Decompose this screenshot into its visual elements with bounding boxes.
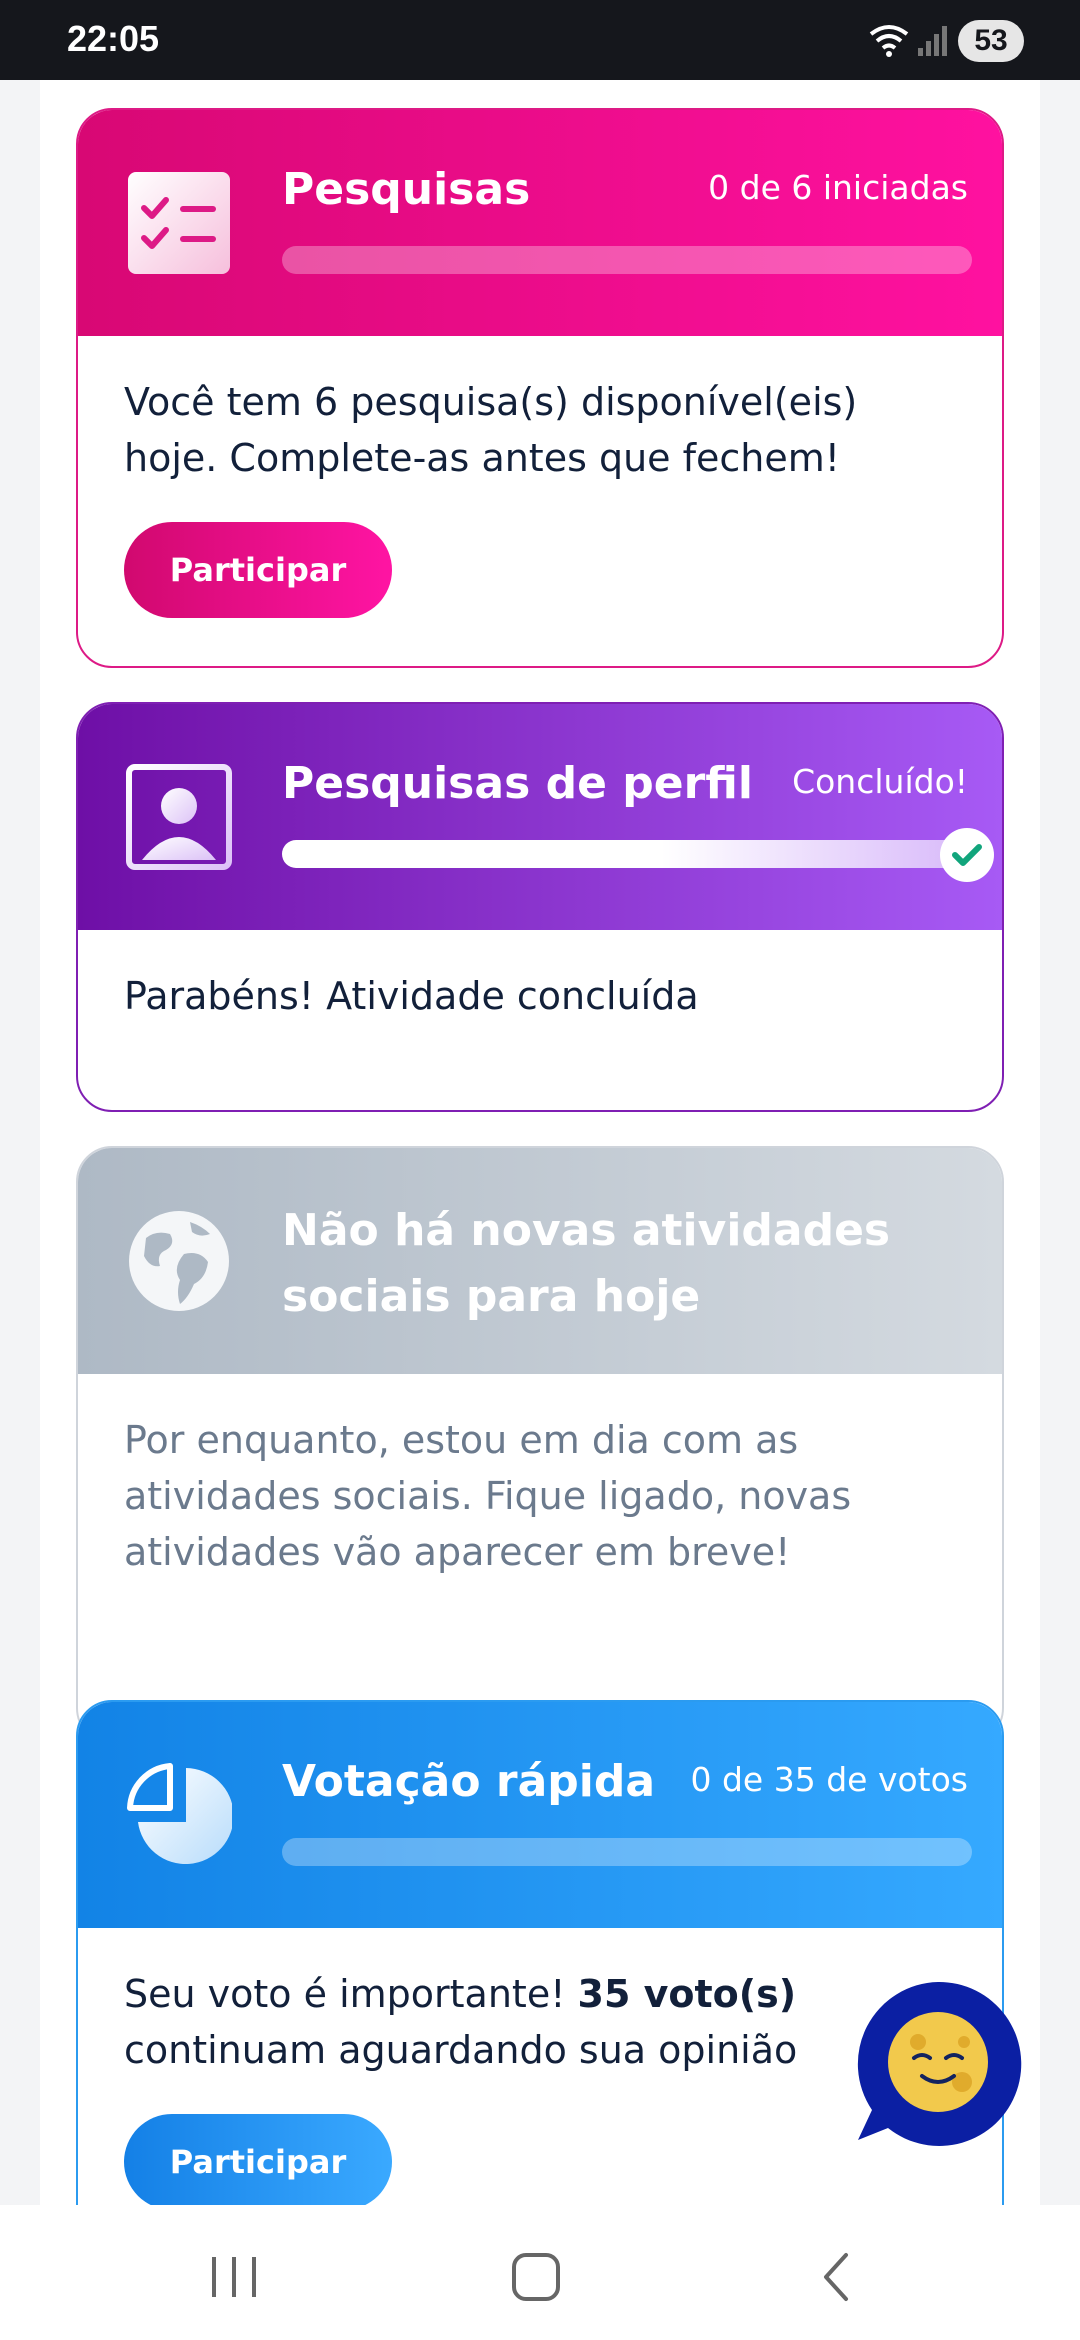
profile-surveys-description: Parabéns! Atividade concluída: [124, 974, 699, 1018]
surveys-card-header: Pesquisas 0 de 6 iniciadas: [78, 110, 1002, 336]
activities-list[interactable]: Pesquisas 0 de 6 iniciadas Você tem 6 pe…: [40, 80, 1040, 2205]
profile-surveys-card[interactable]: Pesquisas de perfil Concluído! Parabéns!…: [76, 702, 1004, 1112]
social-activities-header: Não há novas atividades sociais para hoj…: [78, 1148, 1002, 1374]
status-time: 22:05: [67, 18, 160, 59]
check-icon: [940, 828, 994, 882]
quick-vote-description: Seu voto é importante! 35 voto(s) contin…: [124, 1966, 956, 2078]
profile-surveys-header: Pesquisas de perfil Concluído!: [78, 704, 1002, 930]
back-icon[interactable]: [808, 2247, 868, 2307]
quick-vote-title: Votação rápida: [282, 1756, 656, 1807]
surveys-participate-button[interactable]: Participar: [124, 522, 392, 618]
surveys-progress-bar: [282, 246, 972, 274]
battery-indicator: 53: [958, 20, 1024, 62]
profile-surveys-status: Concluído!: [792, 762, 968, 801]
social-activities-title: Não há novas atividades sociais para hoj…: [282, 1205, 891, 1322]
surveys-description: Você tem 6 pesquisa(s) disponível(eis) h…: [124, 380, 858, 480]
profile-surveys-title: Pesquisas de perfil: [282, 758, 753, 809]
pie-chart-icon: [127, 1763, 232, 1864]
quick-vote-count: 35 voto(s): [577, 1972, 797, 2016]
status-bar: 22:05 53: [0, 0, 1080, 80]
recent-apps-icon[interactable]: [204, 2247, 264, 2307]
signal-icon: [918, 26, 947, 56]
globe-icon: [129, 1211, 229, 1311]
social-activities-description: Por enquanto, estou em dia com as ativid…: [124, 1418, 852, 1574]
wifi-icon: [869, 25, 909, 57]
surveys-progress-text: 0 de 6 iniciadas: [708, 168, 968, 207]
home-icon[interactable]: [506, 2247, 566, 2307]
chat-assistant-icon[interactable]: [852, 1978, 1024, 2150]
profile-picture-icon: [126, 764, 232, 870]
quick-vote-header: Votação rápida 0 de 35 de votos: [78, 1702, 1002, 1928]
profile-progress-bar: [282, 840, 972, 868]
surveys-card[interactable]: Pesquisas 0 de 6 iniciadas Você tem 6 pe…: [76, 108, 1004, 668]
quick-vote-text-suffix: continuam aguardando sua opinião: [124, 2028, 798, 2072]
social-activities-card: Não há novas atividades sociais para hoj…: [76, 1146, 1004, 1744]
checklist-icon: [128, 172, 230, 274]
quick-vote-progress-text: 0 de 35 de votos: [690, 1760, 969, 1799]
quick-vote-progress-bar: [282, 1838, 972, 1866]
navigation-bar: [0, 2205, 1080, 2340]
surveys-title: Pesquisas: [282, 164, 531, 215]
quick-vote-text-prefix: Seu voto é importante!: [124, 1972, 578, 2016]
quick-vote-participate-button[interactable]: Participar: [124, 2114, 392, 2205]
